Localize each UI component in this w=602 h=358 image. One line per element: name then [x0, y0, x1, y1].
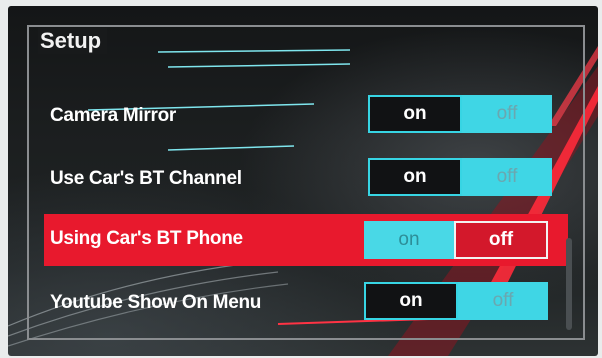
camera-mirror-toggle[interactable]: on off [368, 95, 552, 133]
page-title: Setup [38, 28, 108, 54]
setup-screen: Setup Camera Mirror on off Use Car's BT … [8, 6, 598, 356]
camera-mirror-off-option[interactable]: off [462, 95, 552, 133]
using-cars-bt-phone-off-option[interactable]: off [454, 221, 548, 259]
use-cars-bt-channel-toggle[interactable]: on off [368, 158, 552, 196]
using-cars-bt-phone-toggle[interactable]: on off [364, 221, 548, 259]
setting-row-use-cars-bt-channel: Use Car's BT Channel on off [44, 154, 568, 206]
setting-label: Camera Mirror [50, 105, 176, 126]
setting-row-camera-mirror: Camera Mirror on off [44, 91, 568, 143]
youtube-show-on-menu-off-option[interactable]: off [458, 282, 548, 320]
setting-row-youtube-show-on-menu: Youtube Show On Menu on off [44, 278, 568, 330]
use-cars-bt-channel-off-option[interactable]: off [462, 158, 552, 196]
use-cars-bt-channel-on-option[interactable]: on [368, 158, 462, 196]
scrollbar[interactable] [566, 238, 572, 330]
setting-label: Youtube Show On Menu [50, 292, 262, 313]
setting-row-using-cars-bt-phone[interactable]: Using Car's BT Phone on off [44, 214, 568, 266]
camera-mirror-on-option[interactable]: on [368, 95, 462, 133]
youtube-show-on-menu-on-option[interactable]: on [364, 282, 458, 320]
setting-label: Use Car's BT Channel [50, 168, 242, 189]
youtube-show-on-menu-toggle[interactable]: on off [364, 282, 548, 320]
setting-label: Using Car's BT Phone [50, 228, 243, 249]
using-cars-bt-phone-on-option[interactable]: on [364, 221, 454, 259]
